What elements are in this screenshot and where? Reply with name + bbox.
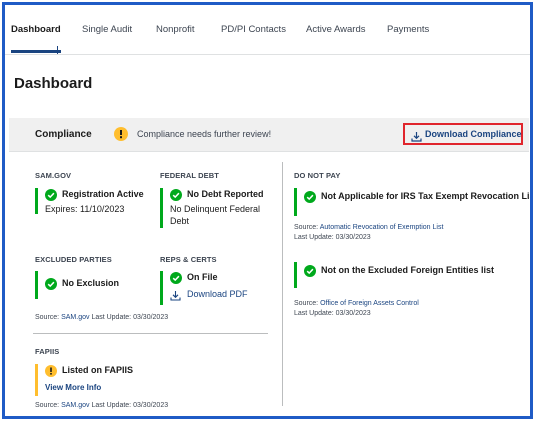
foreign-entities-status: Not on the Excluded Foreign Entities lis…: [294, 262, 524, 288]
sam-gov-expiry: Expires: 11/10/2023: [45, 204, 125, 214]
compliance-message: Compliance needs further review!: [137, 129, 272, 139]
reps-certs-title: On File: [187, 272, 218, 282]
revocation-list-link[interactable]: Automatic Revocation of Exemption List: [320, 224, 444, 231]
excluded-parties-heading: EXCLUDED PARTIES: [35, 255, 112, 264]
compliance-details-panel: SAM.GOV Registration Active Expires: 11/…: [9, 151, 530, 413]
sam-gov-status: Registration Active Expires: 11/10/2023: [35, 188, 145, 214]
download-icon: [411, 129, 422, 147]
sam-gov-source-link[interactable]: SAM.gov: [61, 402, 89, 409]
tab-pd-pi-contacts[interactable]: PD/PI Contacts: [221, 24, 286, 35]
check-circle-icon: [304, 190, 316, 203]
compliance-label: Compliance: [35, 129, 92, 140]
tab-active-awards[interactable]: Active Awards: [306, 24, 366, 35]
federal-debt-sub-line1: No Delinquent Federal: [170, 204, 261, 214]
page-title: Dashboard: [14, 75, 93, 92]
federal-debt-sub-line2: Debt: [170, 216, 190, 226]
fapiis-heading: FAPIIS: [35, 347, 60, 356]
download-compliance-label: Download Compliance: [425, 129, 522, 139]
download-compliance-button[interactable]: Download Compliance: [403, 123, 523, 145]
fapiis-source-footer: Source: SAM.gov Last Update: 03/30/2023: [35, 402, 168, 409]
check-circle-icon: [304, 264, 316, 277]
warning-circle-icon: [114, 127, 128, 146]
fapiis-status: Listed on FAPIIS View More Info: [35, 364, 145, 396]
do-not-pay-heading: DO NOT PAY: [294, 171, 341, 180]
fapiis-title: Listed on FAPIIS: [62, 365, 134, 375]
tab-nonprofit[interactable]: Nonprofit: [156, 24, 195, 35]
irs-source-footer: Source: Automatic Revocation of Exemptio…: [294, 224, 443, 231]
download-pdf-link[interactable]: Download PDF: [170, 288, 270, 301]
irs-revocation-title: Not Applicable for IRS Tax Exempt Revoca…: [321, 191, 533, 201]
source-label: Source:: [35, 314, 60, 321]
warning-circle-icon: [45, 364, 57, 377]
irs-revocation-status: Not Applicable for IRS Tax Exempt Revoca…: [294, 188, 530, 216]
federal-debt-heading: FEDERAL DEBT: [160, 171, 219, 180]
check-circle-icon: [45, 188, 57, 201]
tab-dashboard[interactable]: Dashboard: [11, 24, 61, 35]
sam-gov-title: Registration Active: [62, 189, 144, 199]
column-divider: [282, 162, 283, 406]
source-label: Source:: [35, 402, 60, 409]
source-label: Source:: [294, 224, 319, 231]
sam-gov-source-link[interactable]: SAM.gov: [61, 314, 89, 321]
download-pdf-label: Download PDF: [187, 289, 248, 299]
foreign-entities-title: Not on the Excluded Foreign Entities lis…: [321, 265, 495, 275]
tab-bar: Dashboard Single Audit Nonprofit PD/PI C…: [5, 5, 530, 55]
irs-last-update: Last Update: 03/30/2023: [294, 234, 371, 241]
tab-single-audit[interactable]: Single Audit: [82, 24, 132, 35]
active-tab-indicator: [11, 50, 61, 53]
reps-certs-status: On File Download PDF: [160, 271, 270, 305]
tab-payments[interactable]: Payments: [387, 24, 429, 35]
excluded-parties-title: No Exclusion: [62, 278, 120, 288]
section-divider: [33, 333, 268, 334]
reps-certs-heading: REPS & CERTS: [160, 255, 217, 264]
foreign-source-footer: Source: Office of Foreign Assets Control: [294, 300, 419, 307]
last-update: Last Update: 03/30/2023: [91, 314, 169, 321]
check-circle-icon: [170, 271, 182, 284]
app-frame: Dashboard Single Audit Nonprofit PD/PI C…: [2, 2, 533, 419]
download-icon: [170, 288, 182, 301]
active-tab-tick: [57, 46, 58, 54]
sam-gov-heading: SAM.GOV: [35, 171, 72, 180]
compliance-bar: Compliance Compliance needs further revi…: [9, 118, 529, 151]
federal-debt-title: No Debt Reported: [187, 189, 264, 199]
last-update: Last Update: 03/30/2023: [91, 402, 169, 409]
excluded-parties-status: No Exclusion: [35, 271, 145, 299]
source-label: Source:: [294, 300, 319, 307]
view-more-info-link[interactable]: View More Info: [45, 382, 145, 394]
check-circle-icon: [45, 277, 57, 290]
ofac-link[interactable]: Office of Foreign Assets Control: [320, 300, 419, 307]
left-source-footer: Source: SAM.gov Last Update: 03/30/2023: [35, 314, 168, 321]
check-circle-icon: [170, 188, 182, 201]
foreign-last-update: Last Update: 03/30/2023: [294, 310, 371, 317]
federal-debt-status: No Debt Reported No Delinquent Federal D…: [160, 188, 270, 228]
